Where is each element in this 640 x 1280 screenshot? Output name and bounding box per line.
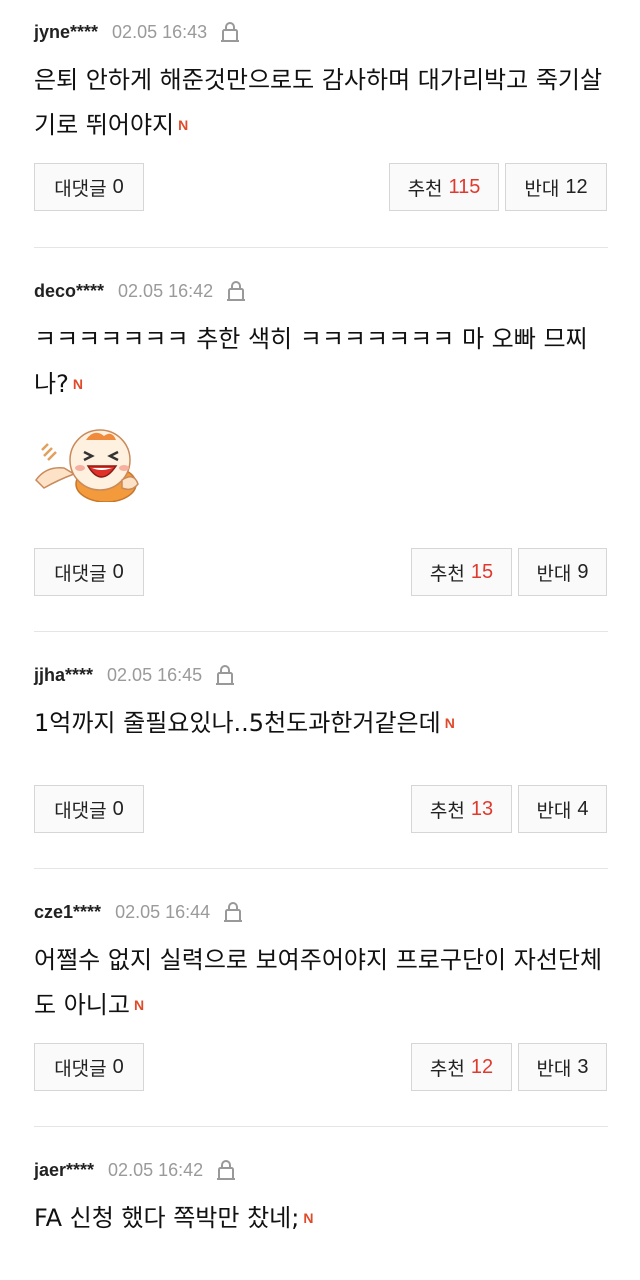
comment-body: ㅋㅋㅋㅋㅋㅋㅋ 추한 색히 ㅋㅋㅋㅋㅋㅋㅋ 마 오빠 므찌나?: [34, 325, 588, 398]
recommend-count: 15: [470, 560, 494, 583]
reply-count: 0: [112, 797, 124, 820]
recommend-count: 115: [448, 175, 481, 198]
recommend-label: 추천: [407, 177, 443, 200]
comment-body: 은퇴 안하게 해준것만으로도 감사하며 대가리박고 죽기살기로 뛰어야지: [34, 66, 603, 139]
lock-icon[interactable]: [215, 1158, 237, 1182]
oppose-label: 반대: [536, 1057, 572, 1080]
comment-body: 1억까지 줄필요있나..5천도과한거같은데: [34, 709, 441, 737]
comment-author[interactable]: cze1****: [34, 902, 101, 923]
new-badge: N: [178, 116, 189, 133]
comment-date: 02.05 16:44: [115, 901, 211, 922]
reply-label: 대댓글: [54, 562, 107, 585]
comment-text: 1억까지 줄필요있나..5천도과한거같은데 N: [34, 701, 614, 747]
laughing-emoticon: [34, 422, 142, 503]
recommend-label: 추천: [429, 1057, 465, 1080]
reply-label: 대댓글: [54, 799, 107, 822]
new-badge: N: [303, 1209, 314, 1226]
oppose-button[interactable]: 반대 3: [518, 1043, 607, 1091]
recommend-button[interactable]: 추천 15: [411, 548, 512, 596]
new-badge: N: [72, 375, 83, 392]
oppose-button[interactable]: 반대 4: [518, 785, 607, 833]
reply-count: 0: [112, 1055, 124, 1078]
comment-author[interactable]: jaer****: [34, 1160, 94, 1181]
comment-meta: jyne**** 02.05 16:43: [34, 20, 241, 44]
reply-button[interactable]: 대댓글 0: [34, 1043, 144, 1091]
comment-text: 어쩔수 없지 실력으로 보여주어야지 프로구단이 자선단체도 아니고 N: [34, 938, 614, 1029]
comment-date: 02.05 16:45: [107, 664, 203, 685]
reply-count: 0: [112, 560, 124, 583]
lock-icon[interactable]: [219, 20, 241, 44]
reply-button[interactable]: 대댓글 0: [34, 785, 144, 833]
comment-author[interactable]: deco****: [34, 281, 104, 302]
reply-button[interactable]: 대댓글 0: [34, 163, 144, 211]
comment-text: FA 신청 했다 쪽박만 찼네; N: [34, 1196, 614, 1242]
recommend-label: 추천: [429, 799, 465, 822]
reply-button[interactable]: 대댓글 0: [34, 548, 144, 596]
comment-body: 어쩔수 없지 실력으로 보여주어야지 프로구단이 자선단체도 아니고: [34, 946, 603, 1019]
comment-divider: [34, 1126, 608, 1127]
comment-author[interactable]: jjha****: [34, 665, 93, 686]
lock-icon[interactable]: [222, 900, 244, 924]
recommend-button[interactable]: 추천 12: [411, 1043, 512, 1091]
comment-meta: deco**** 02.05 16:42: [34, 279, 247, 303]
oppose-count: 9: [577, 560, 589, 583]
comment-text: 은퇴 안하게 해준것만으로도 감사하며 대가리박고 죽기살기로 뛰어야지 N: [34, 58, 614, 149]
recommend-button[interactable]: 추천 115: [389, 163, 499, 211]
comment-date: 02.05 16:43: [112, 21, 208, 42]
comment-text: ㅋㅋㅋㅋㅋㅋㅋ 추한 색히 ㅋㅋㅋㅋㅋㅋㅋ 마 오빠 므찌나? N: [34, 317, 614, 408]
comment-divider: [34, 247, 608, 248]
recommend-count: 13: [470, 797, 494, 820]
recommend-label: 추천: [429, 562, 465, 585]
comment-divider: [34, 868, 608, 869]
recommend-count: 12: [470, 1055, 494, 1078]
comment-meta: jaer**** 02.05 16:42: [34, 1158, 237, 1182]
reply-count: 0: [112, 175, 124, 198]
oppose-count: 4: [577, 797, 589, 820]
comment-meta: jjha**** 02.05 16:45: [34, 663, 236, 687]
oppose-button[interactable]: 반대 12: [505, 163, 607, 211]
new-badge: N: [133, 996, 145, 1013]
reply-label: 대댓글: [54, 1057, 107, 1080]
oppose-label: 반대: [536, 799, 572, 822]
recommend-button[interactable]: 추천 13: [411, 785, 512, 833]
oppose-button[interactable]: 반대 9: [518, 548, 607, 596]
comment-author[interactable]: jyne****: [34, 22, 98, 43]
reply-label: 대댓글: [54, 177, 107, 200]
oppose-count: 3: [577, 1055, 589, 1078]
oppose-count: 12: [565, 175, 588, 198]
new-badge: N: [444, 714, 455, 731]
comment-date: 02.05 16:42: [118, 280, 214, 301]
lock-icon[interactable]: [225, 279, 247, 303]
lock-icon[interactable]: [214, 663, 236, 687]
comment-divider: [34, 631, 608, 632]
oppose-label: 반대: [524, 177, 560, 200]
comment-body: FA 신청 했다 쪽박만 찼네;: [34, 1204, 300, 1232]
oppose-label: 반대: [536, 562, 572, 585]
comment-date: 02.05 16:42: [108, 1159, 204, 1180]
comment-meta: cze1**** 02.05 16:44: [34, 900, 244, 924]
